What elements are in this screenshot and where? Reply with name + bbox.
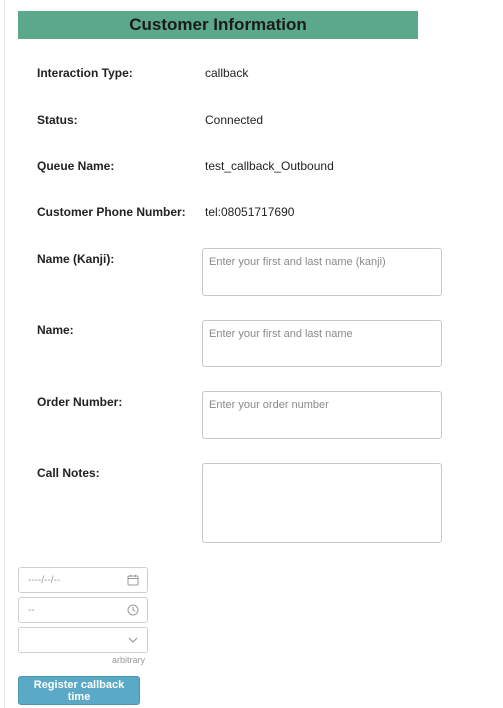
name-kanji-input[interactable] xyxy=(202,248,442,296)
calendar-icon[interactable] xyxy=(127,574,139,586)
call-notes-textarea[interactable] xyxy=(202,463,442,543)
interaction-type-value: callback xyxy=(205,66,249,80)
order-number-input[interactable] xyxy=(202,391,442,439)
time-input-text: -- xyxy=(28,604,35,616)
queue-name-value: test_callback_Outbound xyxy=(205,159,334,173)
customer-phone-label: Customer Phone Number: xyxy=(37,205,186,219)
left-divider xyxy=(4,0,5,708)
name-input[interactable] xyxy=(202,320,442,367)
section-header: Customer Information xyxy=(18,11,418,39)
register-callback-button[interactable]: Register callback time xyxy=(18,676,140,705)
interaction-type-label: Interaction Type: xyxy=(37,66,133,80)
callback-select[interactable] xyxy=(18,627,148,653)
name-kanji-label: Name (Kanji): xyxy=(37,252,115,266)
callback-date-input[interactable]: ----/--/-- xyxy=(18,567,148,593)
clock-icon[interactable] xyxy=(127,604,139,616)
callback-time-input[interactable]: -- xyxy=(18,597,148,623)
optional-hint: arbitrary xyxy=(112,655,146,665)
chevron-down-icon xyxy=(127,634,139,646)
date-input-text: ----/--/-- xyxy=(28,574,61,586)
queue-name-label: Queue Name: xyxy=(37,159,115,173)
status-value: Connected xyxy=(205,113,264,127)
page-title: Customer Information xyxy=(129,15,307,34)
customer-phone-value: tel:08051717690 xyxy=(205,205,295,219)
order-number-label: Order Number: xyxy=(37,395,123,409)
status-label: Status: xyxy=(37,113,78,127)
name-label: Name: xyxy=(37,323,74,337)
call-notes-label: Call Notes: xyxy=(37,466,100,480)
